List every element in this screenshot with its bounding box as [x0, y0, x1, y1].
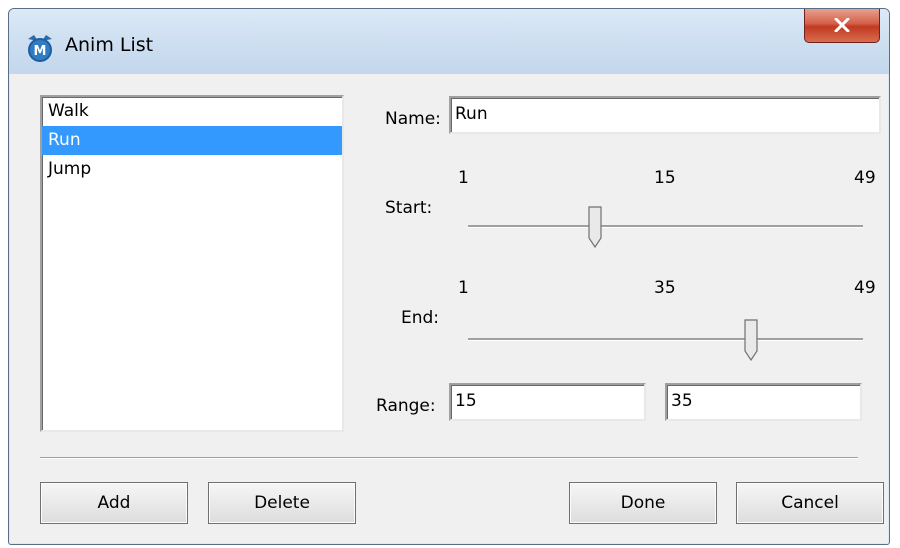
start-max-label: 49: [854, 168, 876, 188]
start-label: Start:: [385, 198, 433, 218]
close-button[interactable]: [804, 9, 880, 43]
add-button[interactable]: Add: [40, 482, 188, 524]
start-slider-track: [468, 225, 863, 228]
name-field[interactable]: Run: [449, 96, 881, 134]
name-label: Name:: [385, 109, 441, 129]
range-start-field[interactable]: 15: [449, 383, 646, 421]
list-item-run[interactable]: Run: [42, 126, 342, 155]
anim-list-dialog: M Anim List Walk Run Jump Name: Run 1 15…: [8, 8, 890, 545]
anim-listbox[interactable]: Walk Run Jump: [40, 95, 344, 432]
end-value-label: 35: [654, 278, 676, 298]
close-icon: [834, 18, 850, 32]
range-end-field[interactable]: 35: [665, 383, 862, 421]
end-max-label: 49: [854, 278, 876, 298]
delete-button[interactable]: Delete: [208, 482, 356, 524]
end-label: End:: [401, 308, 440, 328]
end-min-label: 1: [458, 278, 469, 298]
start-slider-thumb[interactable]: [588, 206, 602, 248]
start-min-label: 1: [458, 168, 469, 188]
window-title: Anim List: [65, 34, 154, 56]
list-item-walk[interactable]: Walk: [42, 97, 342, 126]
end-slider-thumb[interactable]: [744, 319, 758, 361]
range-label: Range:: [376, 396, 436, 416]
cancel-button[interactable]: Cancel: [736, 482, 884, 524]
end-slider-track: [468, 338, 863, 341]
list-item-jump[interactable]: Jump: [42, 155, 342, 184]
separator: [40, 457, 858, 459]
svg-text:M: M: [34, 44, 47, 59]
start-value-label: 15: [654, 168, 676, 188]
title-bar[interactable]: M Anim List: [9, 9, 889, 74]
app-m-icon: M: [28, 35, 52, 62]
done-button[interactable]: Done: [569, 482, 717, 524]
dialog-body: Walk Run Jump Name: Run 1 15 49 Start: 1…: [18, 74, 884, 535]
